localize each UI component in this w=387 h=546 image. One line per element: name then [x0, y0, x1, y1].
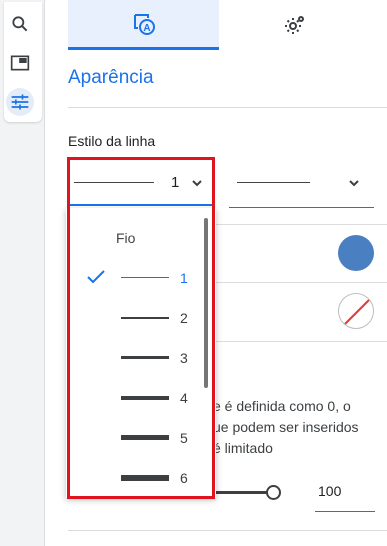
- svg-text:A: A: [143, 23, 150, 34]
- search-icon: [12, 16, 28, 32]
- divider: [68, 107, 387, 108]
- line-color-swatch[interactable]: [338, 235, 374, 271]
- width-option-3[interactable]: 3: [66, 338, 206, 378]
- line-style-label: Estilo da linha: [68, 133, 156, 149]
- line-style-select[interactable]: [229, 160, 374, 208]
- limit-slider-handle[interactable]: [266, 485, 281, 500]
- tab-bar: A: [45, 0, 387, 50]
- line-width-select[interactable]: 1: [69, 160, 215, 206]
- width-option-label: 5: [180, 430, 188, 446]
- width-option-1[interactable]: 1: [66, 258, 206, 298]
- width-option-6[interactable]: 6: [66, 458, 206, 498]
- limit-number-value: 100: [318, 483, 342, 499]
- width-line-preview: [121, 317, 169, 319]
- limit-number-input[interactable]: 100: [315, 470, 375, 512]
- width-option-4[interactable]: 4: [66, 378, 206, 418]
- width-line-preview: [121, 435, 169, 440]
- line-style-preview: [237, 182, 310, 183]
- width-option-2[interactable]: 2: [66, 298, 206, 338]
- left-rail: [0, 0, 42, 546]
- width-option-label: 6: [180, 470, 188, 486]
- divider: [68, 530, 387, 531]
- appearance-panel: A Aparência Estilo da linha 1 e é defini…: [44, 0, 387, 546]
- tune-icon: [11, 94, 29, 110]
- width-option-5[interactable]: 5: [66, 418, 206, 458]
- tune-button[interactable]: [6, 88, 34, 116]
- width-option-label: 4: [180, 390, 188, 406]
- chevron-down-icon: [349, 180, 359, 187]
- fill-color-none-swatch[interactable]: [338, 293, 374, 329]
- picture-in-picture-icon: [10, 55, 30, 71]
- dropdown-scrollbar[interactable]: [204, 218, 208, 388]
- section-title: Aparência: [68, 67, 154, 88]
- check-icon: [87, 270, 105, 284]
- appearance-icon: A: [133, 13, 155, 35]
- search-button[interactable]: [6, 10, 34, 38]
- width-option-label: 3: [180, 350, 188, 366]
- width-option-label: 1: [180, 270, 188, 286]
- no-color-icon: [344, 299, 370, 325]
- dropdown-header: Fio: [116, 230, 136, 246]
- width-line-preview: [121, 475, 169, 481]
- width-option-label: 2: [180, 310, 188, 326]
- line-preview: [74, 182, 154, 183]
- width-line-preview: [121, 396, 169, 400]
- line-width-dropdown: Fio 1 2 3 4 5 6: [66, 208, 216, 498]
- limit-slider-track[interactable]: [215, 491, 273, 494]
- settings-gear-icon: [284, 16, 304, 34]
- help-text: e é definida como 0, o ue podem ser inse…: [213, 398, 359, 456]
- width-line-preview: [121, 356, 169, 359]
- tab-settings[interactable]: [219, 0, 370, 50]
- width-line-preview: [121, 277, 169, 278]
- tab-appearance[interactable]: A: [68, 0, 219, 50]
- picture-in-picture-button[interactable]: [6, 49, 34, 77]
- chevron-down-icon: [192, 180, 202, 187]
- line-width-value: 1: [171, 174, 180, 191]
